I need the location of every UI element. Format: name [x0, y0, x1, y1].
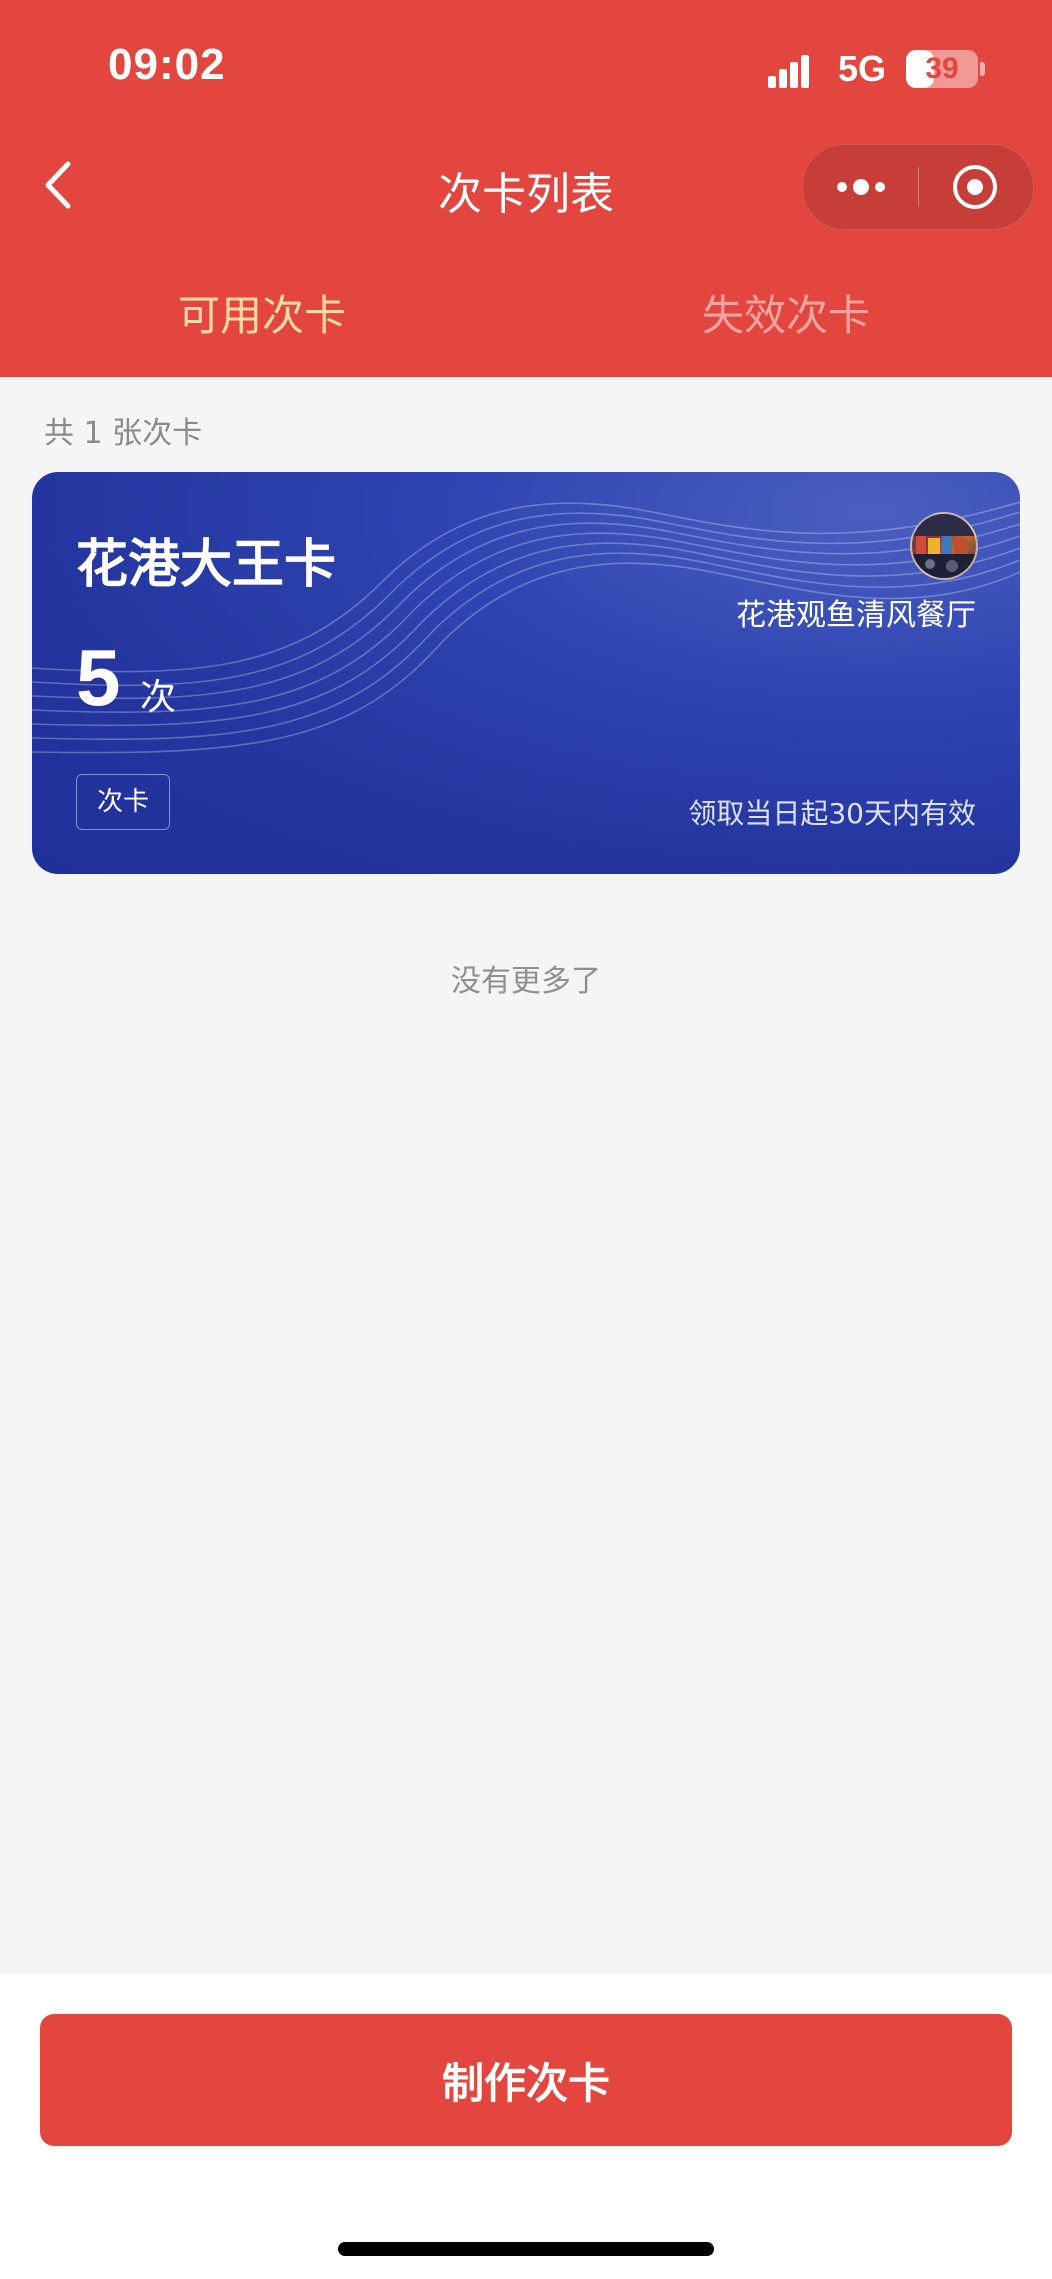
battery-percentage: 39 — [925, 52, 959, 85]
tab-available[interactable]: 可用次卡 — [178, 282, 346, 343]
battery-cap — [980, 62, 985, 76]
card-type-tag: 次卡 — [76, 774, 171, 830]
capsule-divider — [918, 167, 919, 207]
mini-program-capsule — [802, 144, 1034, 230]
more-dots-icon[interactable] — [829, 167, 893, 207]
tab-bar: 可用次卡 失效次卡 — [0, 268, 1052, 358]
card-count-label: 共 1 张次卡 — [44, 416, 203, 451]
network-label: 5G — [838, 48, 887, 89]
header-bar: 09:02 5G 39 次卡列表 可用次卡 失效次卡 — [0, 0, 1052, 377]
status-time: 09:02 — [108, 40, 226, 89]
card-count-unit: 次 — [140, 677, 177, 718]
store-avatar — [910, 512, 978, 580]
create-card-button[interactable]: 制作次卡 — [40, 2014, 1012, 2146]
card-item[interactable]: 花港大王卡 5 次 次卡 花港观鱼清风餐厅 领取当日起30天内有效 — [32, 472, 1020, 874]
battery-icon: 39 — [906, 50, 978, 88]
target-circle-icon[interactable] — [951, 163, 999, 211]
list-end-label: 没有更多了 — [451, 964, 601, 999]
card-name: 花港大王卡 — [76, 535, 337, 595]
store-name: 花港观鱼清风餐厅 — [736, 598, 976, 633]
card-validity: 领取当日起30天内有效 — [688, 797, 976, 830]
signal-icon — [768, 55, 809, 88]
home-indicator — [338, 2242, 714, 2256]
tab-expired[interactable]: 失效次卡 — [702, 282, 870, 343]
card-remaining-count: 5 — [76, 633, 121, 722]
